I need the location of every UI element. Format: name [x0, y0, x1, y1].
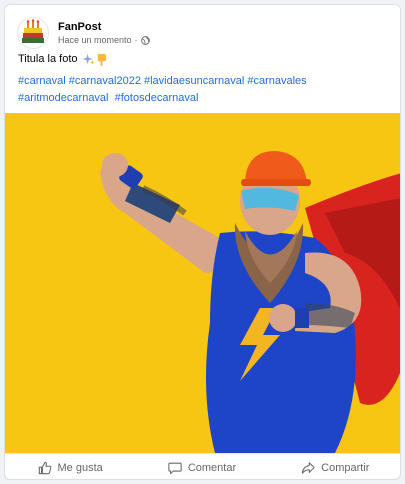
post-header: FanPost Hace un momento ·	[17, 14, 150, 52]
share-button[interactable]: Compartir	[291, 457, 379, 479]
hashtag-link[interactable]: #carnaval2022	[69, 75, 141, 87]
comment-label: Comentar	[187, 461, 237, 474]
hashtag-link[interactable]: #fotosdecarnaval	[115, 92, 199, 104]
post-subline: Hace un momento ·	[58, 34, 150, 47]
share-label: Compartir	[321, 461, 370, 474]
hashtag-link[interactable]: #aritmodecarnaval	[18, 92, 109, 104]
caption-text: Titula la foto	[18, 53, 78, 65]
costumed-superhero-photo	[5, 113, 400, 453]
globe-icon[interactable]	[140, 35, 150, 45]
hashtag-list: #carnaval #carnaval2022 #lavidaesuncarna…	[18, 73, 393, 107]
separator-dot: ·	[134, 34, 138, 45]
thumbs-up-icon	[38, 461, 51, 474]
comment-icon	[168, 462, 182, 474]
caption-emojis	[81, 53, 108, 66]
share-icon	[301, 461, 315, 474]
page-avatar[interactable]	[17, 17, 49, 49]
page-name[interactable]: FanPost	[58, 20, 150, 34]
post-caption: Titula la foto	[18, 52, 108, 66]
like-button[interactable]: Me gusta	[28, 457, 113, 479]
post-timestamp[interactable]: Hace un momento	[58, 34, 132, 47]
pointing-down-hand-icon	[97, 53, 106, 66]
post-meta: FanPost Hace un momento ·	[58, 20, 150, 47]
post-card: FanPost Hace un momento · Titula la foto	[4, 4, 401, 480]
like-label: Me gusta	[57, 461, 103, 474]
hashtag-link[interactable]: #carnaval	[18, 75, 66, 87]
post-photo[interactable]	[5, 113, 400, 453]
hashtag-link[interactable]: #lavidaesuncarnaval	[144, 75, 244, 87]
comment-button[interactable]: Comentar	[158, 457, 246, 479]
post-actions: Me gusta Comentar Compartir	[5, 453, 400, 479]
cake-logo-icon	[22, 19, 44, 43]
sparkles-icon	[81, 53, 94, 65]
hashtag-link[interactable]: #carnavales	[247, 75, 306, 87]
